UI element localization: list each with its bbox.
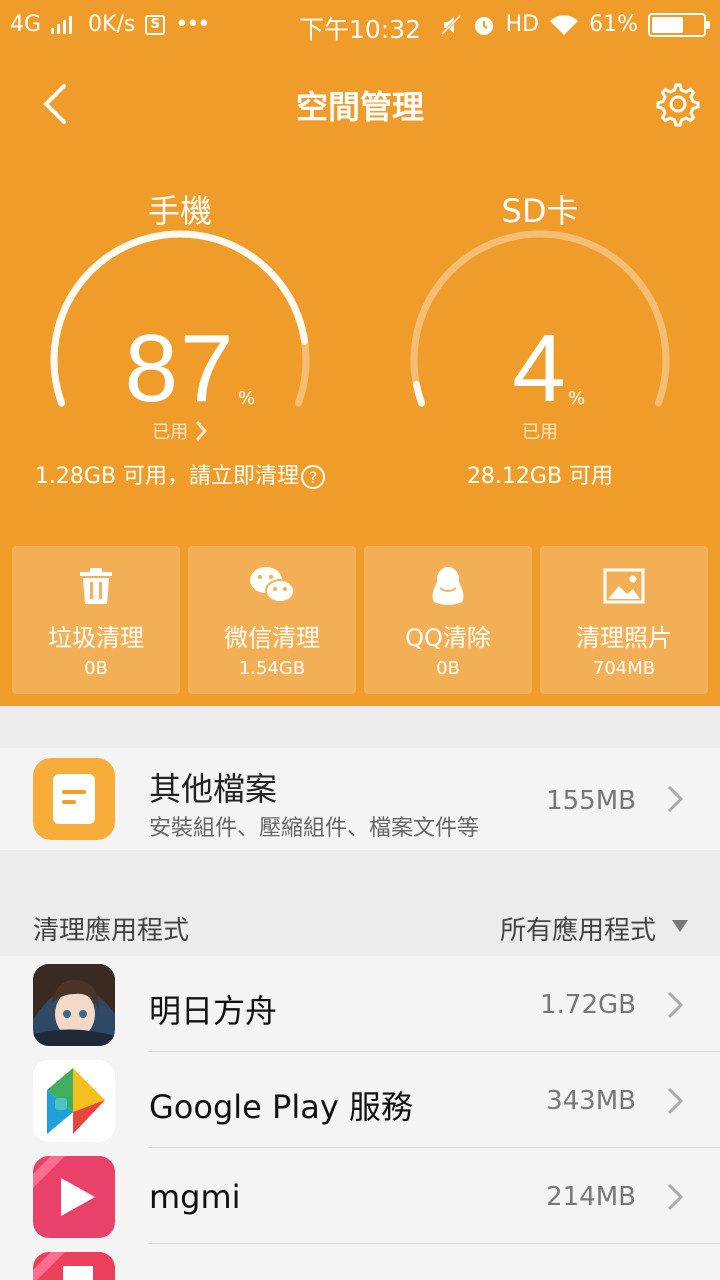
- apps-section-header: 清理應用程式 所有應用程式: [0, 898, 720, 956]
- settings-gear-icon[interactable]: [652, 80, 700, 128]
- tile-size: 1.54GB: [238, 658, 306, 679]
- tile-size: 0B: [84, 658, 108, 679]
- tile-photo-cleanup[interactable]: 清理照片 704MB: [540, 546, 708, 694]
- phone-storage-gauge[interactable]: 手機 87 % 已用 1.28GB 可用，請立即清理?: [35, 186, 326, 506]
- status-bar: 4G 0K/s S ••• 下午10:32 HD 61%: [0, 0, 720, 50]
- app-row-partial[interactable]: [0, 1244, 720, 1280]
- chevron-right-icon: [667, 1183, 684, 1211]
- other-files-name: 其他檔案: [149, 770, 278, 808]
- tile-size: 704MB: [592, 658, 656, 679]
- other-files-row[interactable]: 其他檔案 安裝組件、壓縮組件、檔案文件等 155MB: [0, 748, 720, 850]
- app-row-mgmi[interactable]: mgmi 214MB: [0, 1148, 720, 1244]
- tile-wechat-cleanup[interactable]: 微信清理 1.54GB: [188, 546, 356, 694]
- google-play-services-icon: [33, 1060, 115, 1142]
- hd-indicator: HD: [505, 12, 540, 37]
- battery-percent: 61%: [589, 12, 638, 37]
- document-folder-icon: [33, 758, 115, 840]
- app-size: 214MB: [546, 1182, 636, 1212]
- used-text: 已用: [152, 422, 189, 443]
- section-title: 清理應用程式: [33, 916, 190, 946]
- qq-penguin-icon: [432, 567, 464, 605]
- chevron-right-icon: [667, 991, 684, 1019]
- cleanup-shortcuts: 垃圾清理 0B 微信清理 1.54GB QQ清除 0B 清理照片 704MB: [12, 546, 708, 694]
- tile-name: 微信清理: [224, 624, 320, 652]
- trash-icon: [80, 568, 112, 604]
- phone-used-label[interactable]: 已用: [40, 418, 320, 444]
- other-files-desc: 安裝組件、壓縮組件、檔案文件等: [149, 816, 480, 841]
- tile-name: 垃圾清理: [48, 624, 144, 652]
- app-name: mgmi: [149, 1178, 241, 1216]
- chevron-right-icon: [195, 421, 207, 441]
- tile-junk-cleanup[interactable]: 垃圾清理 0B: [12, 546, 180, 694]
- chevron-right-icon: [667, 785, 684, 813]
- app-size: 343MB: [546, 1086, 636, 1116]
- app-name: Google Play 服務: [149, 1088, 413, 1126]
- wifi-icon: [550, 14, 579, 35]
- sd-percent-sign: %: [568, 388, 586, 409]
- app-size: 1.72GB: [540, 990, 636, 1020]
- mute-icon: [440, 14, 461, 35]
- storage-header-panel: 4G 0K/s S ••• 下午10:32 HD 61% 空間管理 手機 87 …: [0, 0, 720, 706]
- phone-percent-sign: %: [238, 388, 256, 409]
- sd-free-space: 28.12GB 可用: [466, 464, 614, 489]
- app-list: 明日方舟 1.72GB Google Play 服務 343MB mgmi 21…: [0, 956, 720, 1280]
- mgmi-app-icon: [33, 1156, 115, 1238]
- app-row-google-play-services[interactable]: Google Play 服務 343MB: [0, 1052, 720, 1148]
- battery-icon: [648, 12, 710, 37]
- phone-free-space[interactable]: 1.28GB 可用，請立即清理?: [30, 458, 330, 490]
- alarm-icon: [474, 16, 493, 35]
- tile-name: 清理照片: [576, 624, 672, 652]
- photo-icon: [603, 568, 645, 604]
- dropdown-triangle-icon[interactable]: [672, 920, 688, 932]
- phone-free-text: 1.28GB 可用，請立即清理: [34, 464, 300, 489]
- page-title: 空間管理: [295, 88, 424, 126]
- phone-used-percent: 87: [124, 315, 236, 422]
- tile-size: 0B: [436, 658, 460, 679]
- wechat-icon: [250, 567, 295, 603]
- app-row-arknights[interactable]: 明日方舟 1.72GB: [0, 956, 720, 1052]
- sd-used-label: 已用: [522, 422, 558, 443]
- sd-card-storage-gauge[interactable]: SD卡 4 % 已用 28.12GB 可用: [400, 186, 680, 506]
- battery-level: [652, 16, 683, 33]
- help-icon[interactable]: ?: [301, 465, 326, 489]
- sd-used-percent: 4: [512, 315, 568, 422]
- arknights-app-icon: [33, 964, 115, 1046]
- partial-app-icon: [33, 1252, 115, 1280]
- app-name: 明日方舟: [149, 992, 278, 1030]
- app-filter-dropdown[interactable]: 所有應用程式: [500, 910, 656, 947]
- chevron-right-icon: [667, 1087, 684, 1115]
- other-files-size: 155MB: [546, 786, 636, 816]
- tile-name: QQ清除: [405, 624, 491, 652]
- tile-qq-cleanup[interactable]: QQ清除 0B: [364, 546, 532, 694]
